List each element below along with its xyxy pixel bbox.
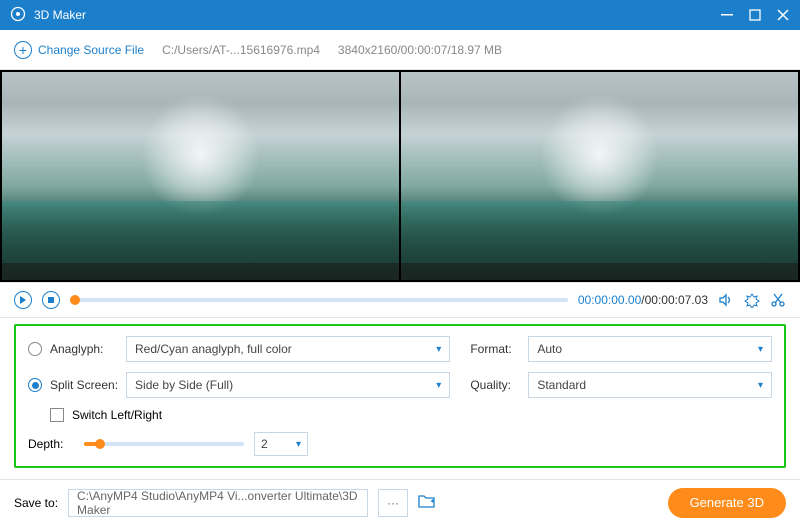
current-time: 00:00:00.00	[578, 293, 641, 307]
switch-lr-checkbox[interactable]	[50, 408, 64, 422]
settings-right-column: Format: Auto Quality: Standard	[470, 336, 772, 456]
plus-icon: +	[14, 41, 32, 59]
quality-row: Quality: Standard	[470, 372, 772, 398]
open-folder-icon[interactable]	[418, 493, 436, 512]
cut-icon[interactable]	[770, 292, 786, 308]
source-file-meta: 3840x2160/00:00:07/18.97 MB	[338, 43, 502, 57]
toolbar: + Change Source File C:/Users/AT-...1561…	[0, 30, 800, 70]
split-screen-radio[interactable]	[28, 378, 42, 392]
snapshot-icon[interactable]	[744, 292, 760, 308]
depth-slider[interactable]	[84, 442, 244, 446]
timecode: 00:00:00.00/00:00:07.03	[578, 293, 708, 307]
depth-thumb[interactable]	[95, 439, 105, 449]
titlebar: 3D Maker	[0, 0, 800, 30]
depth-label: Depth:	[28, 437, 74, 451]
format-select[interactable]: Auto	[528, 336, 772, 362]
split-screen-select[interactable]: Side by Side (Full)	[126, 372, 450, 398]
stop-button[interactable]	[42, 291, 60, 309]
switch-lr-row: Switch Left/Right	[28, 408, 450, 422]
anaglyph-radio[interactable]	[28, 342, 42, 356]
change-source-button[interactable]: + Change Source File	[14, 41, 144, 59]
depth-value-select[interactable]: 2	[254, 432, 308, 456]
window-controls	[720, 8, 790, 22]
depth-row: Depth: 2	[28, 432, 450, 456]
play-button[interactable]	[14, 291, 32, 309]
preview-left-eye	[2, 72, 399, 280]
split-screen-row: Split Screen: Side by Side (Full)	[28, 372, 450, 398]
browse-button[interactable]: ···	[378, 489, 408, 517]
settings-panel: Anaglyph: Red/Cyan anaglyph, full color …	[0, 318, 800, 478]
format-row: Format: Auto	[470, 336, 772, 362]
anaglyph-row: Anaglyph: Red/Cyan anaglyph, full color	[28, 336, 450, 362]
generate-3d-button[interactable]: Generate 3D	[668, 488, 786, 518]
minimize-icon[interactable]	[720, 8, 734, 22]
quality-select[interactable]: Standard	[528, 372, 772, 398]
volume-icon[interactable]	[718, 292, 734, 308]
preview-right-eye	[401, 72, 798, 280]
app-title: 3D Maker	[34, 8, 86, 22]
anaglyph-label: Anaglyph:	[50, 342, 118, 356]
format-label: Format:	[470, 342, 520, 356]
save-to-label: Save to:	[14, 496, 58, 510]
change-source-label: Change Source File	[38, 43, 144, 57]
close-icon[interactable]	[776, 8, 790, 22]
save-path-input[interactable]: C:\AnyMP4 Studio\AnyMP4 Vi...onverter Ul…	[68, 489, 368, 517]
footer: Save to: C:\AnyMP4 Studio\AnyMP4 Vi...on…	[0, 479, 800, 525]
app-icon	[10, 6, 26, 25]
switch-lr-label: Switch Left/Right	[72, 408, 162, 422]
split-screen-label: Split Screen:	[50, 378, 118, 392]
source-file-path: C:/Users/AT-...15616976.mp4	[162, 43, 320, 57]
settings-left-column: Anaglyph: Red/Cyan anaglyph, full color …	[28, 336, 450, 456]
seek-thumb[interactable]	[70, 295, 80, 305]
video-preview	[0, 70, 800, 282]
duration: /00:00:07.03	[641, 293, 708, 307]
seek-slider[interactable]	[70, 298, 568, 302]
play-controls: 00:00:00.00/00:00:07.03	[0, 282, 800, 318]
maximize-icon[interactable]	[748, 8, 762, 22]
anaglyph-select[interactable]: Red/Cyan anaglyph, full color	[126, 336, 450, 362]
quality-label: Quality:	[470, 378, 520, 392]
settings-box: Anaglyph: Red/Cyan anaglyph, full color …	[14, 324, 786, 468]
